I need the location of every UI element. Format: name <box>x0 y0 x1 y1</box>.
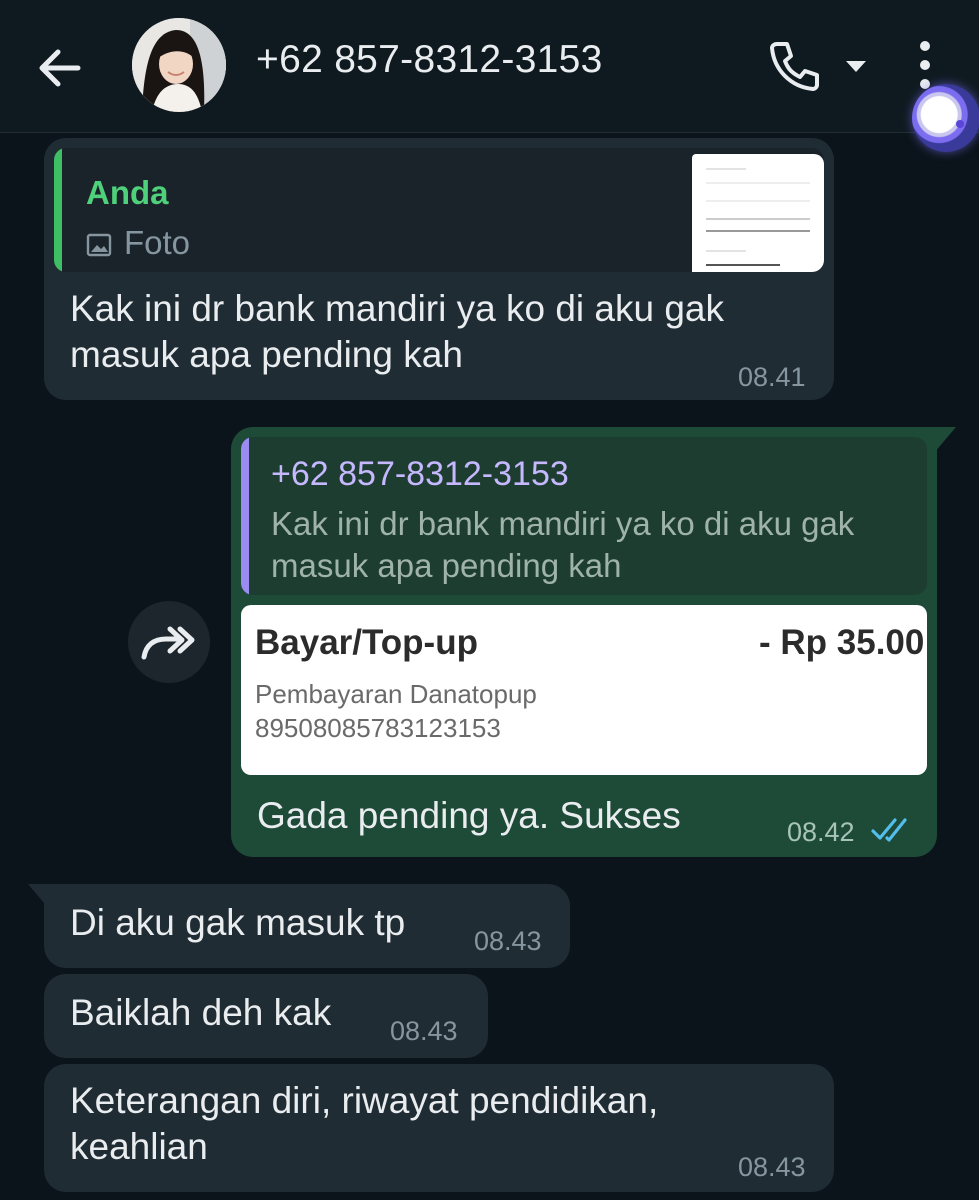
message-bubble-outgoing[interactable]: +62 857-8312-3153 Kak ini dr bank mandir… <box>231 427 937 857</box>
message-time: 08.43 <box>390 1016 458 1046</box>
message-text-line: Keterangan diri, riwayat pendidikan, <box>70 1080 659 1121</box>
chat-header: +62 857-8312-3153 <box>0 0 979 133</box>
double-check-icon <box>871 818 907 842</box>
back-arrow-icon <box>39 49 81 87</box>
message-text-line: masuk apa pending kah <box>70 334 463 375</box>
chat-title[interactable]: +62 857-8312-3153 <box>256 38 603 82</box>
reply-photo-thumbnail <box>692 154 824 272</box>
message-time: 08.43 <box>738 1152 806 1182</box>
chat-screen: +62 857-8312-3153 Anda Foto Kak ini dr b… <box>0 0 979 1200</box>
reply-type: Foto <box>86 224 190 262</box>
reply-quote[interactable]: Anda Foto <box>54 148 824 272</box>
call-options-button[interactable] <box>840 50 872 82</box>
phone-icon <box>770 42 819 91</box>
receipt-title: Bayar/Top-up <box>255 623 478 662</box>
message-text-line: Kak ini dr bank mandiri ya ko di aku gak <box>70 288 725 329</box>
assistant-icon[interactable] <box>912 84 979 152</box>
message-bubble-incoming[interactable]: Anda Foto Kak ini dr bank mandiri ya ko … <box>44 138 834 400</box>
reply-text-line: masuk apa pending kah <box>271 547 622 584</box>
more-vertical-icon <box>920 41 930 89</box>
receipt-desc-line: 89508085783123153 <box>255 713 501 743</box>
reply-author: Anda <box>86 174 169 211</box>
reply-quote-bar <box>241 437 249 595</box>
back-button[interactable] <box>32 40 88 96</box>
message-bubble-incoming[interactable]: Di aku gak masuk tp 08.43 <box>44 884 570 968</box>
message-bubble-incoming[interactable]: Baiklah deh kak 08.43 <box>44 974 488 1058</box>
reply-quote-bar <box>54 148 62 272</box>
message-text: Di aku gak masuk tp <box>70 902 406 943</box>
message-text-line: keahlian <box>70 1126 208 1167</box>
message-bubble-incoming[interactable]: Keterangan diri, riwayat pendidikan, kea… <box>44 1064 834 1192</box>
avatar[interactable] <box>132 18 226 112</box>
message-text: Kak ini dr bank mandiri ya ko di aku gak… <box>70 286 830 378</box>
receipt-amount: - Rp 35.00 <box>759 623 925 662</box>
reply-quote[interactable]: +62 857-8312-3153 Kak ini dr bank mandir… <box>241 437 927 595</box>
message-time: 08.43 <box>474 926 542 956</box>
more-options-button[interactable] <box>908 38 942 92</box>
contact-photo <box>132 18 226 112</box>
reply-type-label: Foto <box>124 224 191 261</box>
photo-icon <box>86 233 112 257</box>
message-time: 08.42 <box>787 817 855 847</box>
forward-button[interactable] <box>128 601 210 683</box>
message-text: Keterangan diri, riwayat pendidikan, kea… <box>70 1078 810 1170</box>
receipt-desc-line: Pembayaran Danatopup <box>255 679 537 709</box>
assistant-dot <box>956 120 964 128</box>
message-time: 08.41 <box>738 362 806 392</box>
receipt-description: Pembayaran Danatopup 89508085783123153 <box>255 677 537 745</box>
reply-text: Kak ini dr bank mandiri ya ko di aku gak… <box>271 503 911 587</box>
message-text: Baiklah deh kak <box>70 992 332 1033</box>
forward-icon <box>141 626 195 660</box>
reply-author: +62 857-8312-3153 <box>271 455 569 493</box>
receipt-image[interactable]: Bayar/Top-up - Rp 35.00 Pembayaran Danat… <box>241 605 927 775</box>
reply-text-line: Kak ini dr bank mandiri ya ko di aku gak <box>271 505 855 542</box>
voice-call-button[interactable] <box>765 36 823 94</box>
message-text: Gada pending ya. Sukses <box>257 795 681 836</box>
chevron-down-icon <box>846 61 866 72</box>
